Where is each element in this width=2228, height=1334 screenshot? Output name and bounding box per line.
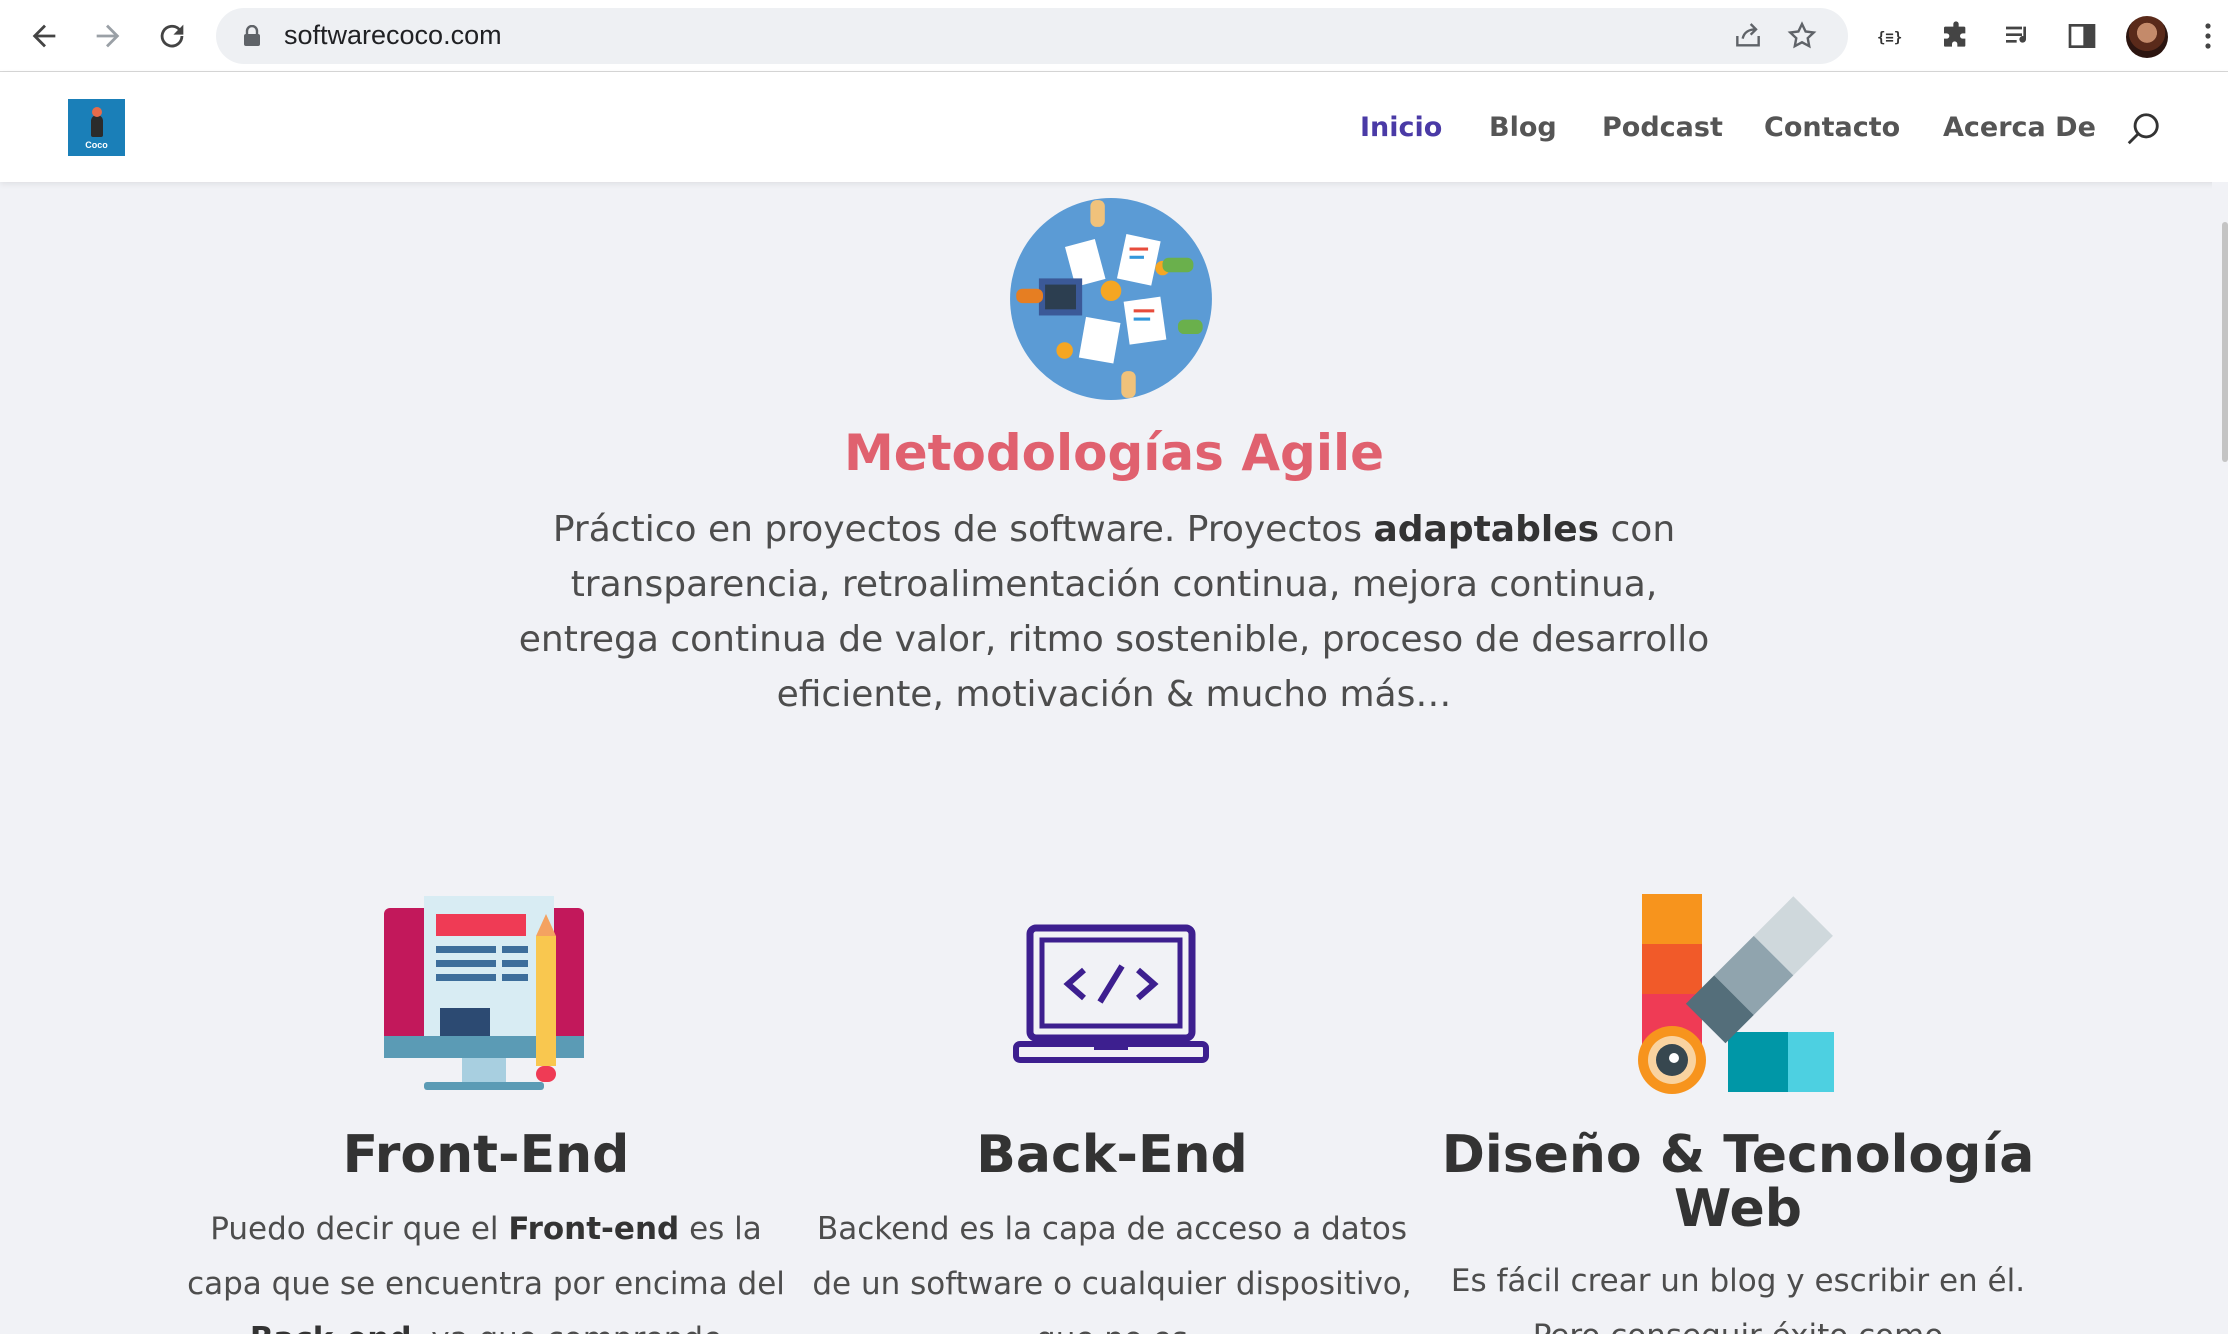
back-icon[interactable] (24, 16, 64, 56)
agile-description: Práctico en proyectos de software. Proye… (514, 502, 1714, 722)
frontend-monitor-icon (384, 896, 584, 1090)
forward-icon[interactable] (88, 16, 128, 56)
share-icon[interactable] (1732, 20, 1764, 52)
svg-text:{≡}: {≡} (1877, 30, 1902, 46)
frontend-text-part: Puedo decir que el (210, 1211, 509, 1247)
backend-description: Backend es la capa de acceso a datos de … (812, 1211, 1412, 1334)
search-icon[interactable] (2124, 110, 2162, 148)
lock-icon[interactable] (242, 25, 262, 47)
browser-toolbar: softwarecoco.com {≡} (0, 0, 2228, 72)
media-control-icon[interactable] (2000, 18, 2036, 54)
scrollbar-thumb[interactable] (2222, 222, 2228, 462)
nav-item-blog[interactable]: Blog (1489, 112, 1557, 143)
frontend-text-bold: Front-end (508, 1211, 680, 1247)
dev-tools-icon[interactable]: {≡} (1874, 18, 1910, 54)
site-header: Coco Inicio Blog Podcast Contacto Acerca… (0, 72, 2228, 182)
nav-item-inicio[interactable]: Inicio (1360, 112, 1442, 143)
agile-text-part: Práctico en proyectos de software. Proye… (552, 509, 1374, 550)
nav-item-podcast[interactable]: Podcast (1602, 112, 1723, 143)
extensions-icon[interactable] (1938, 18, 1974, 54)
agile-title: Metodologías Agile (843, 424, 1385, 482)
backend-title: Back-End (976, 1125, 1248, 1185)
url-text[interactable]: softwarecoco.com (284, 20, 502, 51)
agile-team-illustration (1010, 198, 1212, 400)
frontend-title: Front-End (342, 1125, 630, 1185)
frontend-text-part: , ya que comprende (412, 1321, 723, 1334)
logo-text: Coco (85, 140, 108, 150)
address-bar[interactable]: softwarecoco.com (216, 8, 1848, 64)
site-logo[interactable]: Coco (68, 99, 125, 156)
bookmark-star-icon[interactable] (1786, 20, 1818, 52)
design-color-palette-icon (1638, 894, 1834, 1094)
profile-avatar[interactable] (2126, 16, 2168, 58)
frontend-description: Puedo decir que el Front-end es la capa … (186, 1202, 786, 1334)
more-menu-icon[interactable] (2196, 20, 2220, 52)
design-title: Diseño & Tecnología Web (1441, 1125, 2035, 1239)
agile-text-bold: adaptables (1373, 509, 1600, 550)
frontend-text-bold: Back-end (250, 1321, 412, 1334)
backend-laptop-code-icon (1013, 924, 1209, 1063)
design-description: Es fácil crear un blog y escribir en él.… (1450, 1263, 2026, 1334)
reload-icon[interactable] (152, 16, 192, 56)
nav-item-acerca-de[interactable]: Acerca De (1943, 112, 2096, 143)
logo-figure (90, 107, 103, 137)
nav-item-contacto[interactable]: Contacto (1764, 112, 1900, 143)
side-panel-icon[interactable] (2064, 18, 2100, 54)
